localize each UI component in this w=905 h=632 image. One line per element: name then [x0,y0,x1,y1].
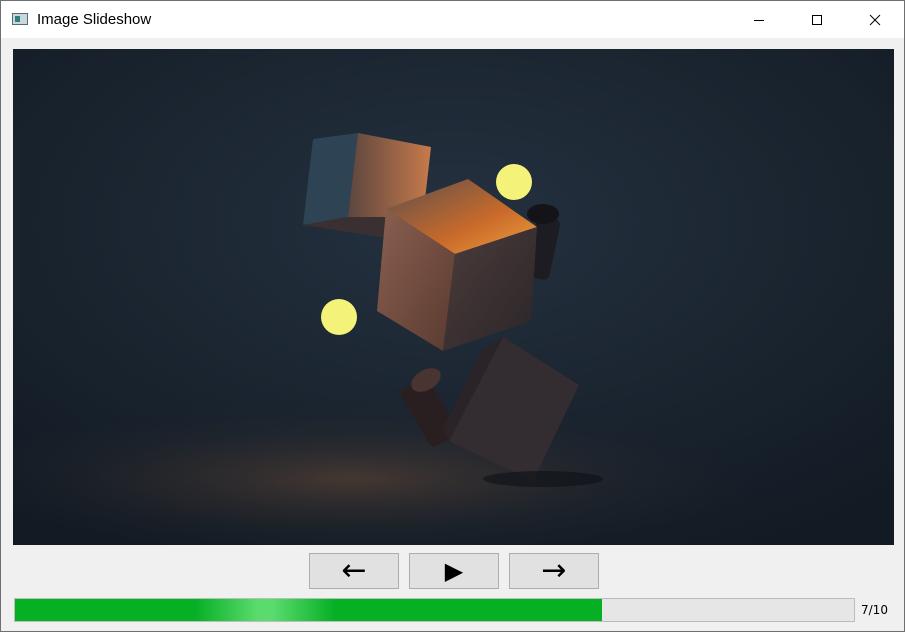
play-button[interactable]: ▶ [409,553,499,589]
minimize-icon [754,19,764,21]
slide-counter: 7/10 [861,603,888,617]
arrow-left-icon: ← [341,553,367,588]
slideshow-progress-bar [14,598,855,622]
next-button[interactable]: → [509,553,599,589]
previous-button[interactable]: ← [309,553,399,589]
play-icon: ▶ [444,557,464,585]
close-button[interactable] [852,1,898,38]
maximize-icon [812,14,822,25]
app-window: Image Slideshow ← ▶ → 7/10 [0,0,905,632]
minimize-button[interactable] [736,1,782,38]
title-bar[interactable]: Image Slideshow [1,1,904,38]
slideshow-image [13,49,894,545]
floating-cubes-image [13,49,894,545]
progress-shine [195,599,335,621]
arrow-right-icon: → [541,553,567,588]
maximize-button[interactable] [794,1,840,38]
window-title: Image Slideshow [37,11,152,28]
close-icon [869,14,881,25]
app-window-icon [12,13,28,25]
